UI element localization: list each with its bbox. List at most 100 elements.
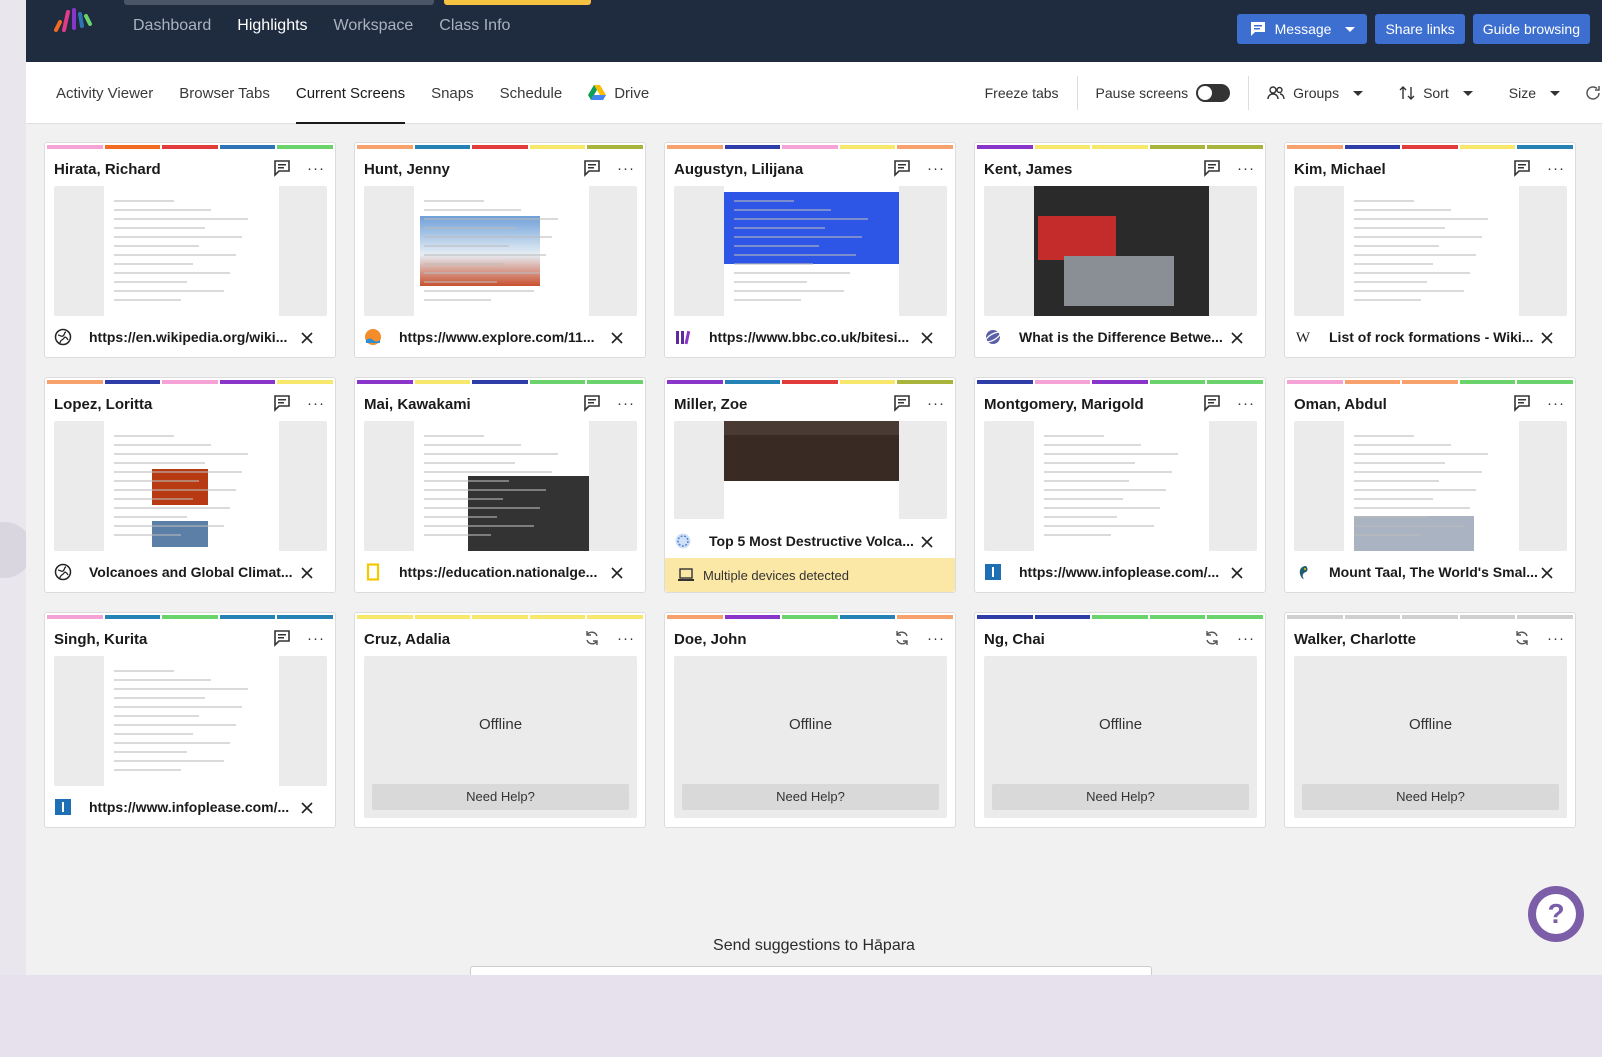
need-help-button[interactable]: Need Help? xyxy=(682,784,939,810)
close-tab-icon[interactable] xyxy=(609,565,625,581)
current-url[interactable]: https://www.explore.com/11... xyxy=(399,329,609,345)
current-url[interactable]: https://www.infoplease.com/... xyxy=(1019,564,1229,580)
current-url[interactable]: https://www.bbc.co.uk/bitesi... xyxy=(709,329,919,345)
screen-thumbnail[interactable] xyxy=(984,421,1257,551)
tab-current-screens[interactable]: Current Screens xyxy=(295,62,406,124)
more-options-icon[interactable]: ··· xyxy=(1237,630,1255,647)
need-help-button[interactable]: Need Help? xyxy=(1302,784,1559,810)
screen-thumbnail[interactable] xyxy=(54,421,327,551)
message-icon[interactable] xyxy=(1203,394,1221,412)
current-url[interactable]: https://www.infoplease.com/... xyxy=(89,799,299,815)
more-options-icon[interactable]: ··· xyxy=(1237,395,1255,412)
screen-thumbnail[interactable] xyxy=(1294,186,1567,316)
tab-browser-tabs[interactable]: Browser Tabs xyxy=(179,62,270,124)
close-tab-icon[interactable] xyxy=(299,330,315,346)
more-options-icon[interactable]: ··· xyxy=(617,395,635,412)
tab-activity-viewer[interactable]: Activity Viewer xyxy=(56,62,153,124)
more-options-icon[interactable]: ··· xyxy=(307,630,325,647)
student-card[interactable]: Hunt, Jenny ··· https://www.explore.com/11… xyxy=(354,142,646,358)
student-card[interactable]: Miller, Zoe ··· Top 5 Most Destructive Vol… xyxy=(664,377,956,593)
nav-class-info[interactable]: Class Info xyxy=(439,17,510,35)
pause-screens-toggle[interactable] xyxy=(1196,84,1231,102)
screen-thumbnail[interactable] xyxy=(54,186,327,316)
current-url[interactable]: https://education.nationalge... xyxy=(399,564,609,580)
close-tab-icon[interactable] xyxy=(1539,330,1555,346)
close-tab-icon[interactable] xyxy=(609,330,625,346)
tab-snaps[interactable]: Snaps xyxy=(431,62,474,124)
screen-thumbnail[interactable] xyxy=(984,186,1257,316)
student-card[interactable]: Cruz, Adalia ··· Offline Need Help? xyxy=(354,612,646,828)
message-button[interactable]: Message xyxy=(1236,14,1368,44)
message-icon[interactable] xyxy=(1513,159,1531,177)
more-options-icon[interactable]: ··· xyxy=(1547,160,1565,177)
share-links-button[interactable]: Share links xyxy=(1375,14,1465,44)
more-options-icon[interactable]: ··· xyxy=(1547,395,1565,412)
screen-thumbnail[interactable] xyxy=(364,421,637,551)
close-tab-icon[interactable] xyxy=(1229,565,1245,581)
student-card[interactable]: Mai, Kawakami ··· https://education.nation… xyxy=(354,377,646,593)
screen-thumbnail[interactable] xyxy=(364,186,637,316)
more-options-icon[interactable]: ··· xyxy=(927,160,945,177)
current-url[interactable]: Volcanoes and Global Climat... xyxy=(89,564,299,580)
close-tab-icon[interactable] xyxy=(1229,330,1245,346)
nav-workspace[interactable]: Workspace xyxy=(334,17,414,35)
groups-dropdown[interactable]: Groups xyxy=(1249,76,1381,110)
nav-highlights[interactable]: Highlights xyxy=(237,17,307,35)
more-options-icon[interactable]: ··· xyxy=(927,395,945,412)
pause-screens-control[interactable]: Pause screens xyxy=(1078,76,1249,110)
tab-schedule[interactable]: Schedule xyxy=(500,62,563,124)
screen-thumbnail[interactable] xyxy=(674,421,947,519)
student-card[interactable]: Montgomery, Marigold ··· https://www.infop… xyxy=(974,377,1266,593)
need-help-button[interactable]: Need Help? xyxy=(992,784,1249,810)
current-url[interactable]: https://en.wikipedia.org/wiki... xyxy=(89,329,299,345)
need-help-button[interactable]: Need Help? xyxy=(372,784,629,810)
more-options-icon[interactable]: ··· xyxy=(617,630,635,647)
screen-thumbnail[interactable] xyxy=(1294,421,1567,551)
message-icon[interactable] xyxy=(273,159,291,177)
student-card[interactable]: Doe, John ··· Offline Need Help? xyxy=(664,612,956,828)
more-options-icon[interactable]: ··· xyxy=(927,630,945,647)
student-card[interactable]: Kent, James ··· What is the Difference Bet… xyxy=(974,142,1266,358)
student-card[interactable]: Oman, Abdul ··· Mount Taal, The World's Sm… xyxy=(1284,377,1576,593)
current-url[interactable]: Top 5 Most Destructive Volca... xyxy=(709,533,919,549)
student-card[interactable]: Kim, Michael ··· W List of rock formations … xyxy=(1284,142,1576,358)
message-icon[interactable] xyxy=(1203,159,1221,177)
screen-thumbnail[interactable] xyxy=(674,186,947,316)
close-tab-icon[interactable] xyxy=(919,534,935,550)
current-url[interactable]: Mount Taal, The World's Smal... xyxy=(1329,564,1539,580)
nav-dashboard[interactable]: Dashboard xyxy=(133,17,211,35)
message-icon[interactable] xyxy=(273,394,291,412)
guide-browsing-button[interactable]: Guide browsing xyxy=(1472,14,1590,44)
message-icon[interactable] xyxy=(893,159,911,177)
tab-drive[interactable]: Drive xyxy=(588,62,649,124)
current-url[interactable]: What is the Difference Betwe... xyxy=(1019,329,1229,345)
close-tab-icon[interactable] xyxy=(299,565,315,581)
more-options-icon[interactable]: ··· xyxy=(617,160,635,177)
student-card[interactable]: Lopez, Loritta ··· Volcanoes and Global Cl… xyxy=(44,377,336,593)
help-button[interactable]: ? xyxy=(1528,886,1584,942)
message-icon[interactable] xyxy=(273,629,291,647)
refresh-icon[interactable] xyxy=(893,629,911,647)
suggestions-input[interactable] xyxy=(470,966,1152,975)
screen-thumbnail[interactable] xyxy=(54,656,327,786)
message-icon[interactable] xyxy=(583,394,601,412)
refresh-icon[interactable] xyxy=(1203,629,1221,647)
size-dropdown[interactable]: Size xyxy=(1491,76,1578,110)
student-card[interactable]: Ng, Chai ··· Offline Need Help? xyxy=(974,612,1266,828)
message-icon[interactable] xyxy=(893,394,911,412)
freeze-tabs-button[interactable]: Freeze tabs xyxy=(967,76,1077,110)
sort-dropdown[interactable]: Sort xyxy=(1381,76,1491,110)
current-url[interactable]: List of rock formations - Wiki... xyxy=(1329,329,1539,345)
close-tab-icon[interactable] xyxy=(299,800,315,816)
student-card[interactable]: Hirata, Richard ··· https://en.wikipedia.o… xyxy=(44,142,336,358)
refresh-button[interactable] xyxy=(1578,76,1602,110)
more-options-icon[interactable]: ··· xyxy=(1237,160,1255,177)
more-options-icon[interactable]: ··· xyxy=(307,395,325,412)
message-icon[interactable] xyxy=(1513,394,1531,412)
more-options-icon[interactable]: ··· xyxy=(307,160,325,177)
student-card[interactable]: Augustyn, Lilijana ··· https://www.bbc.co.… xyxy=(664,142,956,358)
more-options-icon[interactable]: ··· xyxy=(1547,630,1565,647)
close-tab-icon[interactable] xyxy=(1539,565,1555,581)
student-card[interactable]: Singh, Kurita ··· https://www.infoplease.c… xyxy=(44,612,336,828)
hapara-logo-icon[interactable] xyxy=(50,4,98,36)
